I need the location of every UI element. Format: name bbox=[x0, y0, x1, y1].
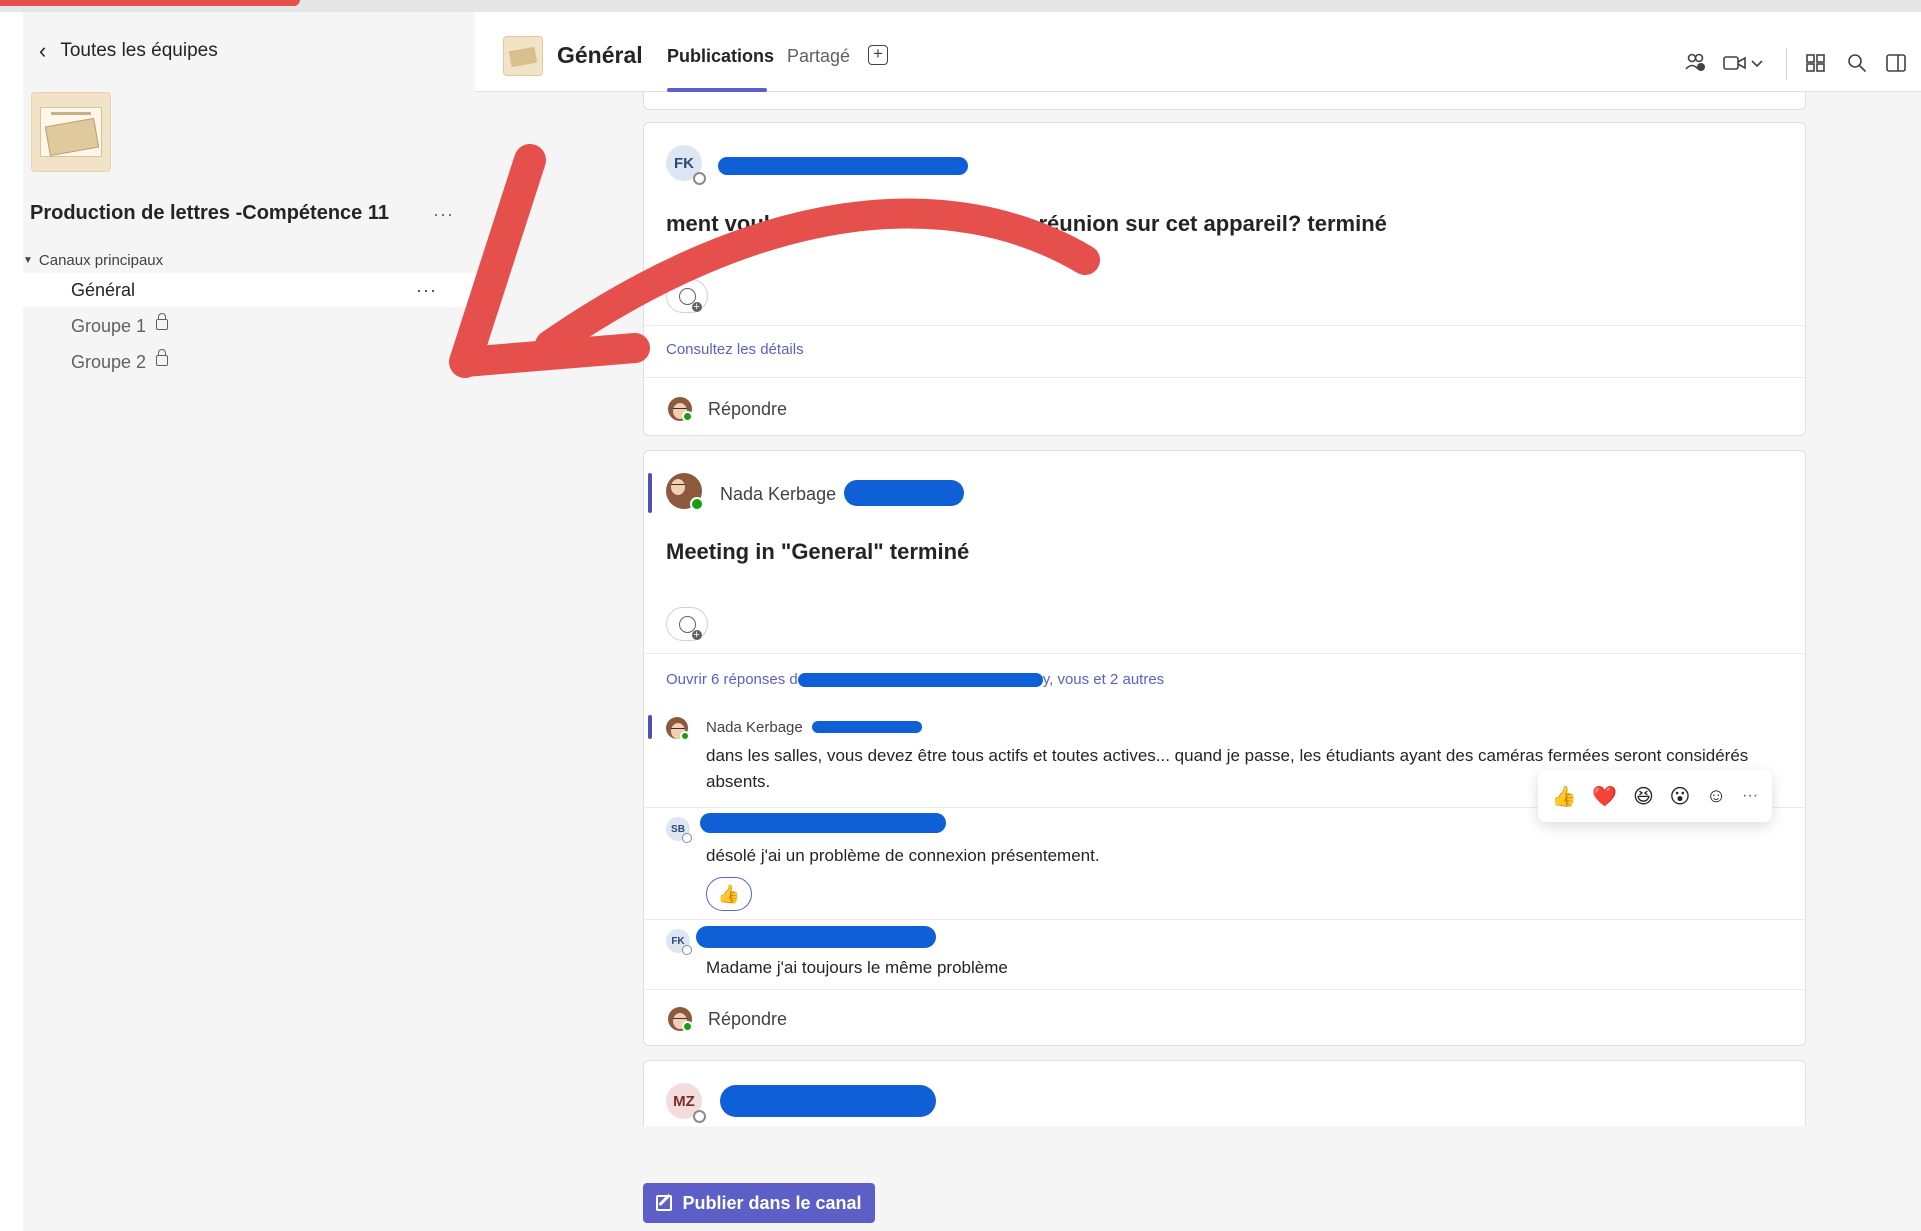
more-reactions-icon[interactable]: ☺ bbox=[1706, 785, 1726, 808]
redacted-name bbox=[700, 813, 946, 833]
channel-label: Général bbox=[71, 279, 136, 300]
open-replies-link[interactable]: Ouvrir 6 réponses d y, vous et 2 autres bbox=[666, 671, 1164, 688]
redacted-info bbox=[812, 721, 922, 733]
team-more-options-button[interactable]: ··· bbox=[433, 204, 454, 225]
chevron-down-icon[interactable] bbox=[1750, 52, 1764, 74]
emoji-add-icon bbox=[678, 615, 702, 640]
channel-title: Général bbox=[557, 42, 643, 68]
emoji-add-icon bbox=[678, 287, 702, 312]
status-offline-icon bbox=[682, 945, 692, 955]
channel-label: Groupe 2 bbox=[71, 351, 147, 372]
divider bbox=[644, 653, 1805, 654]
add-reaction-button[interactable] bbox=[666, 279, 708, 313]
publish-label: Publier dans le canal bbox=[682, 1192, 862, 1213]
reply-label: Répondre bbox=[708, 398, 788, 419]
redacted-names bbox=[797, 673, 1043, 688]
post-title-start: ment voulez-vous bbox=[666, 211, 852, 236]
own-message-indicator bbox=[648, 473, 652, 513]
post-title-rest: la réunion sur cet appareil? terminé bbox=[1014, 211, 1387, 236]
thumbs-up-reaction[interactable]: 👍 bbox=[706, 877, 752, 911]
laugh-reaction[interactable]: 😆 bbox=[1633, 784, 1654, 809]
status-offline-icon bbox=[693, 172, 706, 185]
redacted-name bbox=[720, 1085, 936, 1117]
divider bbox=[644, 325, 1805, 326]
reply-text: désolé j'ai un problème de connexion pré… bbox=[706, 846, 1100, 865]
add-tab-button[interactable]: + bbox=[868, 45, 888, 65]
reply-avatar[interactable] bbox=[666, 717, 690, 741]
channel-header: Général Publications Partagé + bbox=[475, 12, 1921, 92]
own-message-indicator bbox=[648, 715, 652, 739]
lock-icon bbox=[156, 348, 169, 366]
back-label: Toutes les équipes bbox=[60, 40, 218, 61]
status-available-icon bbox=[680, 731, 690, 741]
channel-more-options-button[interactable]: ··· bbox=[416, 280, 437, 301]
status-offline-icon bbox=[682, 833, 692, 843]
see-details-link[interactable]: Consultez les détails bbox=[666, 341, 804, 358]
reply-author[interactable]: Nada Kerbage bbox=[706, 719, 803, 736]
sidebar: ‹ Toutes les équipes Production de lettr… bbox=[23, 12, 475, 1231]
status-available-icon bbox=[682, 411, 693, 422]
redacted-info bbox=[844, 480, 964, 506]
tab-publications[interactable]: Publications bbox=[667, 46, 774, 67]
post-title: Meeting in "General" terminé bbox=[666, 539, 970, 564]
reaction-picker: 👍 ❤️ 😆 😮 ☺ ··· bbox=[1538, 770, 1772, 822]
heart-reaction[interactable]: ❤️ bbox=[1592, 784, 1617, 809]
compose-icon bbox=[656, 1195, 673, 1211]
post-card: Nada Kerbage Meeting in "General" termin… bbox=[643, 450, 1806, 1046]
previous-post-stub bbox=[643, 92, 1806, 110]
lock-icon bbox=[156, 312, 169, 330]
sidebar-item-general[interactable]: Général ··· bbox=[23, 273, 475, 307]
team-name: Production de lettres -Compétence 11 bbox=[30, 202, 389, 224]
team-avatar[interactable] bbox=[31, 92, 111, 172]
reply-label: Répondre bbox=[708, 1008, 788, 1029]
search-icon[interactable] bbox=[1846, 52, 1868, 74]
status-available-icon bbox=[682, 1021, 693, 1032]
status-offline-icon bbox=[693, 1110, 706, 1123]
sidebar-item-groupe-1[interactable]: Groupe 1 bbox=[23, 309, 475, 343]
redacted-name bbox=[718, 157, 968, 175]
status-available-icon bbox=[690, 497, 704, 511]
more-options-button[interactable]: ··· bbox=[1742, 787, 1758, 805]
divider bbox=[644, 919, 1805, 920]
sidebar-item-groupe-2[interactable]: Groupe 2 bbox=[23, 345, 475, 379]
caret-down-icon: ▼ bbox=[23, 255, 33, 266]
author-avatar[interactable] bbox=[666, 473, 704, 511]
open-replies-text-end: y, vous et 2 autres bbox=[1042, 671, 1165, 688]
post-card: MZ bbox=[643, 1060, 1806, 1126]
reply-button[interactable]: Répondre bbox=[668, 1007, 788, 1032]
annotation-stroke bbox=[0, 0, 300, 6]
divider bbox=[644, 989, 1805, 990]
participants-icon[interactable] bbox=[1685, 52, 1707, 74]
apps-icon[interactable] bbox=[1805, 52, 1827, 74]
header-separator bbox=[1786, 48, 1787, 80]
channels-section-header[interactable]: ▼ Canaux principaux bbox=[23, 252, 163, 269]
post-card: FK ment voulez-vous la réunion sur cet a… bbox=[643, 122, 1806, 436]
post-author[interactable]: Nada Kerbage bbox=[720, 484, 836, 505]
open-replies-text-start: Ouvrir 6 réponses d bbox=[666, 671, 798, 688]
chevron-left-icon: ‹ bbox=[39, 38, 47, 63]
divider bbox=[644, 377, 1805, 378]
section-label: Canaux principaux bbox=[38, 252, 164, 269]
add-reaction-button[interactable] bbox=[666, 607, 708, 641]
redacted-name bbox=[696, 926, 936, 948]
like-reaction[interactable]: 👍 bbox=[1552, 784, 1577, 809]
channel-label: Groupe 1 bbox=[71, 315, 147, 336]
publish-in-channel-button[interactable]: Publier dans le canal bbox=[643, 1183, 875, 1223]
channel-avatar bbox=[503, 36, 543, 76]
surprised-reaction[interactable]: 😮 bbox=[1670, 784, 1691, 809]
back-to-teams-link[interactable]: ‹ Toutes les équipes bbox=[39, 38, 218, 64]
reply-button[interactable]: Répondre bbox=[668, 397, 788, 422]
reply-text: Madame j'ai toujours le même problème bbox=[706, 958, 1008, 977]
tab-partage[interactable]: Partagé bbox=[787, 46, 850, 67]
channel-info-icon[interactable] bbox=[1885, 52, 1907, 74]
video-camera-icon[interactable] bbox=[1723, 52, 1747, 74]
